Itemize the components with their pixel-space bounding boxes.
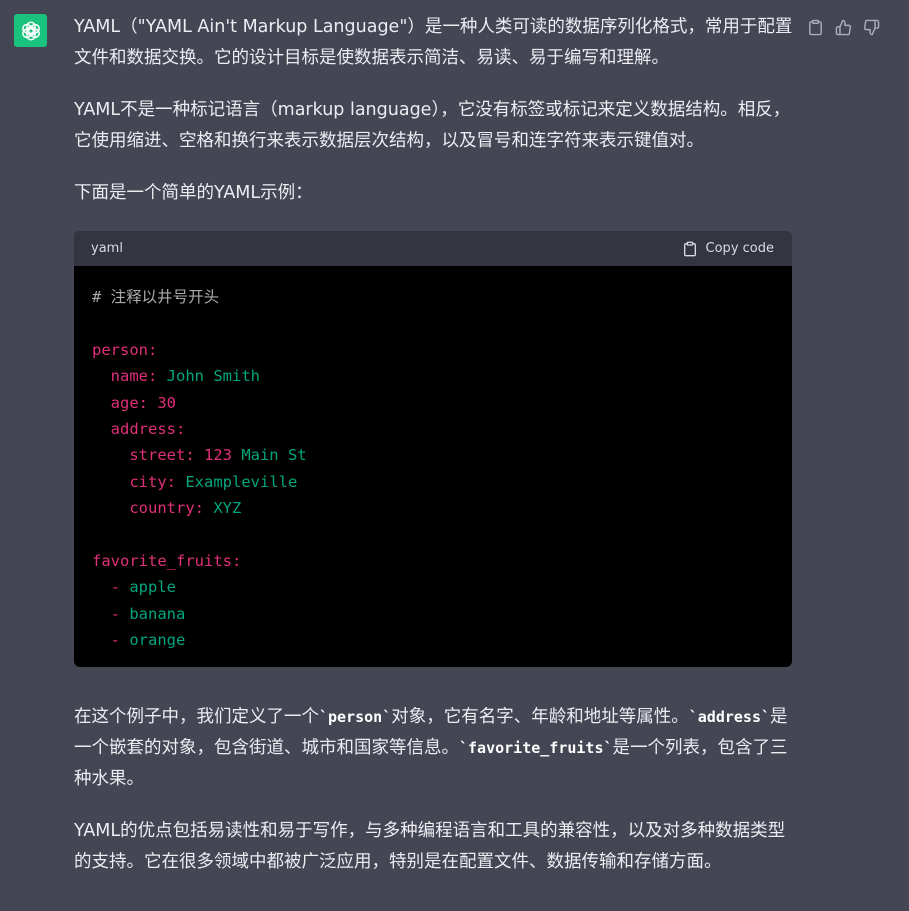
code-line: address: bbox=[92, 416, 774, 442]
clipboard-icon bbox=[683, 241, 696, 256]
code-line: - apple bbox=[92, 574, 774, 600]
paragraph-advantages: YAML的优点包括易读性和易于写作，与多种编程语言和工具的兼容性，以及对多种数据… bbox=[74, 821, 786, 873]
thumbs-down-button[interactable] bbox=[860, 16, 882, 38]
code-line: - orange bbox=[92, 627, 774, 653]
code-token: XYZ bbox=[203, 499, 242, 518]
code-line: # 注释以井号开头 bbox=[92, 284, 774, 310]
copy-message-button[interactable] bbox=[804, 16, 826, 38]
code-token: favorite_fruits: bbox=[92, 551, 242, 570]
code-token: address: bbox=[92, 419, 186, 438]
paragraph-text: 在这个例子中，我们定义了一个 bbox=[74, 707, 319, 728]
message-actions bbox=[804, 16, 882, 38]
openai-logo-icon bbox=[21, 20, 40, 41]
code-line: street: 123 Main St bbox=[92, 442, 774, 468]
code-token: Main St bbox=[231, 446, 307, 465]
code-token: # 注释以井号开头 bbox=[92, 288, 220, 306]
copy-code-label: Copy code bbox=[705, 241, 774, 256]
clipboard-icon bbox=[808, 19, 822, 35]
inline-code: `person` bbox=[319, 708, 392, 727]
paragraph-not-markup: YAML不是一种标记语言（markup language），它没有标签或标记来定… bbox=[74, 100, 791, 151]
assistant-avatar bbox=[14, 14, 47, 47]
inline-code: `favorite_fruits` bbox=[459, 739, 613, 758]
code-line: age: 30 bbox=[92, 390, 774, 416]
code-token: banana bbox=[120, 604, 186, 623]
thumbs-up-icon bbox=[835, 19, 851, 35]
paragraph-example-intro: 下面是一个简单的YAML示例： bbox=[74, 183, 313, 203]
code-token: 30 bbox=[148, 393, 176, 412]
code-block: yaml Copy code # 注释以井号开头 person: name: Jo… bbox=[74, 231, 792, 668]
code-token: country: bbox=[92, 499, 204, 518]
code-language-label: yaml bbox=[91, 241, 123, 256]
inline-code: `address` bbox=[688, 708, 771, 727]
copy-code-button[interactable]: Copy code bbox=[682, 233, 774, 264]
code-line: name: John Smith bbox=[92, 363, 774, 389]
code-token: street: bbox=[92, 446, 195, 465]
paragraph-text: 对象，它有名字、年龄和地址等属性。 bbox=[391, 707, 689, 728]
thumbs-up-button[interactable] bbox=[832, 16, 854, 38]
thumbs-down-icon bbox=[863, 19, 879, 35]
code-line: - banana bbox=[92, 601, 774, 627]
code-token: 123 bbox=[194, 446, 232, 465]
code-line: country: XYZ bbox=[92, 495, 774, 521]
code-token: name: bbox=[92, 367, 158, 386]
code-token: John Smith bbox=[157, 367, 260, 386]
code-line: favorite_fruits: bbox=[92, 548, 774, 574]
code-token: orange bbox=[120, 631, 186, 650]
code-block-header: yaml Copy code bbox=[74, 231, 792, 266]
paragraph-intro: YAML（"YAML Ain't Markup Language"）是一种人类可… bbox=[74, 17, 793, 68]
code-token: city: bbox=[92, 472, 176, 491]
message-content: YAML（"YAML Ain't Markup Language"）是一种人类可… bbox=[74, 12, 796, 878]
code-token: - bbox=[92, 578, 120, 597]
code-token: Exampleville bbox=[176, 472, 298, 491]
code-token: person: bbox=[92, 340, 158, 359]
code-line: person: bbox=[92, 337, 774, 363]
code-token: - bbox=[92, 604, 120, 623]
code-token: age: bbox=[92, 393, 148, 412]
code-token: - bbox=[92, 631, 120, 650]
code-line: city: Exampleville bbox=[92, 469, 774, 495]
code-body[interactable]: # 注释以井号开头 person: name: John Smith age: 3… bbox=[74, 266, 792, 667]
code-token: apple bbox=[120, 578, 176, 597]
paragraph-explanation: 在这个例子中，我们定义了一个`person`对象，它有名字、年龄和地址等属性。`… bbox=[74, 702, 796, 795]
